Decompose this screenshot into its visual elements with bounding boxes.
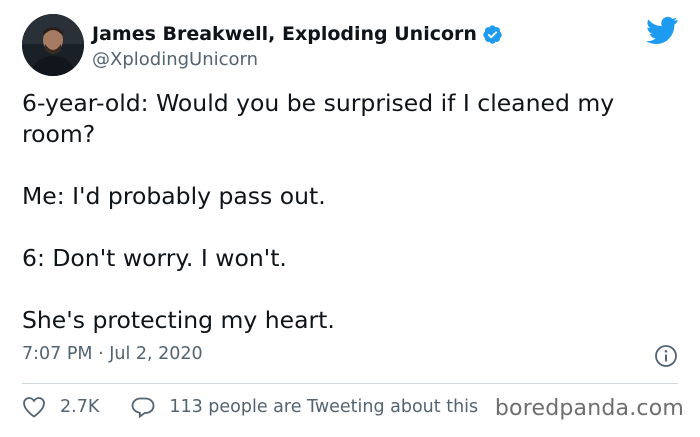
watermark: boredpanda.com: [494, 396, 684, 421]
tweet-paragraph: 6: Don't worry. I won't.: [22, 244, 287, 272]
tweet-paragraph: Me: I'd probably pass out.: [22, 182, 326, 210]
like-count: 2.7K: [60, 397, 100, 417]
tweet-paragraph: 6-year-old: Would you be surprised if I …: [22, 89, 615, 148]
tweet-card: James Breakwell, Exploding Unicorn @Xplo…: [0, 0, 700, 437]
name-row: James Breakwell, Exploding Unicorn: [92, 20, 503, 48]
speech-bubble-icon: [131, 396, 155, 418]
heart-icon: [22, 396, 46, 418]
tweet-paragraph: She's protecting my heart.: [22, 306, 335, 334]
action-bar: 2.7K 113 people are Tweeting about this: [22, 396, 478, 418]
twitter-bird-icon[interactable]: [646, 16, 678, 44]
like-button[interactable]: 2.7K: [22, 396, 99, 418]
display-name[interactable]: James Breakwell, Exploding Unicorn: [92, 23, 477, 45]
user-handle[interactable]: @XplodingUnicorn: [92, 49, 503, 70]
info-icon[interactable]: [654, 344, 678, 368]
verified-badge-icon: [482, 24, 503, 45]
avatar[interactable]: [22, 14, 84, 76]
divider: [22, 383, 678, 384]
timestamp[interactable]: 7:07 PM · Jul 2, 2020: [22, 344, 203, 364]
reply-button[interactable]: 113 people are Tweeting about this: [131, 396, 478, 418]
reply-text: 113 people are Tweeting about this: [169, 397, 479, 417]
tweet-text: 6-year-old: Would you be surprised if I …: [22, 88, 672, 367]
author-block: James Breakwell, Exploding Unicorn @Xplo…: [92, 20, 503, 70]
